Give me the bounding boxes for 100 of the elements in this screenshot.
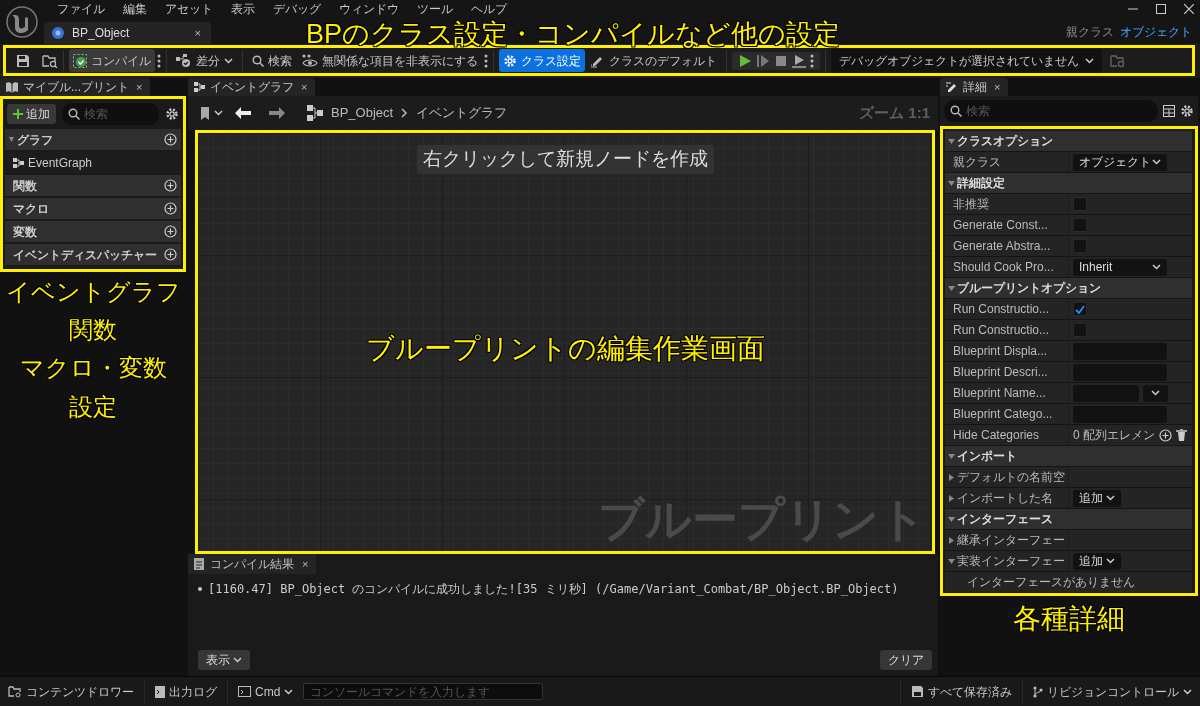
revision-control-button[interactable]: リビジョンコントロール	[1027, 680, 1198, 703]
close-button[interactable]: ×	[300, 555, 311, 573]
annotation-text: 各種詳細	[1013, 602, 1125, 634]
category-header[interactable]: ブループリントオプション	[945, 278, 1192, 299]
hide-unrelated-button[interactable]: 無関係な項目を非表示にする	[298, 49, 482, 72]
breadcrumb-link[interactable]: BP_Object	[331, 103, 394, 123]
section-header[interactable]: 変数	[5, 221, 181, 242]
close-button[interactable]: ×	[134, 78, 145, 96]
menu-item[interactable]: ヘルプ	[462, 0, 516, 18]
checkbox[interactable]	[1073, 218, 1087, 232]
checkbox[interactable]	[1073, 197, 1087, 211]
parent-class-link[interactable]: オブジェクト	[1120, 24, 1192, 39]
add-button[interactable]: 追加	[1073, 489, 1121, 507]
table-icon[interactable]	[1163, 105, 1175, 117]
back-arrow-icon[interactable]	[235, 107, 251, 119]
add-icon[interactable]	[164, 202, 177, 215]
settings-icon[interactable]	[165, 107, 179, 121]
section-header[interactable]: マクロ	[5, 198, 181, 219]
add-icon[interactable]	[164, 179, 177, 192]
stop-icon[interactable]	[774, 53, 788, 68]
document-tab[interactable]: BP_Object ×	[44, 22, 211, 44]
step-icon[interactable]	[756, 53, 770, 68]
pencil-icon	[946, 81, 958, 93]
checkbox[interactable]	[1073, 323, 1087, 337]
checkbox[interactable]	[1073, 239, 1087, 253]
more-options-icon[interactable]	[157, 53, 161, 68]
caret-icon	[1085, 57, 1094, 64]
dropdown[interactable]: オブジェクト	[1073, 153, 1167, 171]
class-settings-tab[interactable]: クラス設定	[499, 49, 585, 72]
menu-item[interactable]: ツール	[408, 0, 462, 18]
content-drawer-button[interactable]: コンテンツドロワー	[2, 680, 140, 703]
compile-button[interactable]: コンパイル	[69, 49, 155, 72]
save-all-button[interactable]: すべて保存済み	[905, 680, 1018, 703]
section-header[interactable]: イベントディスパッチャー	[5, 244, 181, 265]
collapsed-arrow-icon[interactable]	[947, 473, 955, 481]
dropdown[interactable]: Inherit	[1073, 258, 1167, 276]
add-button[interactable]: 追加	[1073, 552, 1121, 570]
tab-label[interactable]: 詳細	[963, 78, 987, 96]
breadcrumb-link[interactable]: イベントグラフ	[416, 103, 508, 123]
checkbox[interactable]	[1073, 302, 1087, 316]
save-icon[interactable]	[16, 53, 30, 68]
eject-play-icon[interactable]	[792, 53, 806, 68]
dropdown-button[interactable]	[1143, 384, 1168, 402]
menu-item[interactable]: ウィンドウ	[330, 0, 408, 18]
menu-item[interactable]: アセット	[156, 0, 222, 18]
more-options-icon[interactable]	[810, 53, 814, 68]
cmd-dropdown[interactable]: Cmd	[232, 680, 300, 703]
add-icon[interactable]	[164, 225, 177, 238]
tab-label[interactable]: イベントグラフ	[210, 78, 294, 96]
find-button[interactable]: 検索	[248, 49, 296, 72]
expanded-arrow-icon[interactable]	[947, 284, 955, 292]
diff-icon	[176, 53, 192, 68]
expanded-arrow-icon[interactable]	[947, 515, 955, 523]
search-field[interactable]: 検索	[944, 100, 1158, 122]
expanded-arrow-icon[interactable]	[947, 179, 955, 187]
caret-icon	[233, 657, 242, 663]
more-options-icon[interactable]	[484, 53, 488, 68]
add-icon[interactable]	[1159, 428, 1172, 442]
view-button[interactable]: 表示	[198, 650, 250, 670]
tab-label[interactable]: コンパイル結果	[210, 555, 294, 573]
property-label: インポートした名	[957, 490, 1053, 507]
tab-label[interactable]: マイブル...プリント	[23, 78, 129, 96]
add-button[interactable]: 追加	[7, 104, 56, 124]
add-icon[interactable]	[164, 133, 177, 146]
section-header[interactable]: 関数	[5, 175, 181, 196]
close-button[interactable]: ×	[192, 24, 203, 42]
settings-icon[interactable]	[1180, 104, 1194, 118]
diff-button[interactable]: 差分	[172, 49, 237, 72]
collapsed-arrow-icon[interactable]	[947, 494, 955, 502]
play-icon[interactable]	[738, 53, 752, 68]
close-icon[interactable]	[1184, 4, 1194, 14]
category-header[interactable]: インターフェース	[945, 509, 1192, 530]
close-button[interactable]: ×	[299, 78, 310, 96]
zoom-level: ズーム 1:1	[859, 102, 930, 123]
menu-item[interactable]: 表示	[222, 0, 264, 18]
category-header[interactable]: インポート	[945, 446, 1192, 467]
collapsed-arrow-icon[interactable]	[947, 536, 955, 544]
logo-icon	[6, 6, 38, 38]
trash-icon[interactable]	[1176, 429, 1187, 441]
expanded-arrow-icon[interactable]	[947, 557, 955, 565]
section-header[interactable]: グラフ	[5, 129, 181, 150]
output-log-button[interactable]: 出力ログ	[149, 680, 223, 703]
menu-item[interactable]: ファイル	[48, 0, 114, 18]
category-header[interactable]: クラスオプション	[945, 131, 1192, 152]
close-button[interactable]: ×	[992, 78, 1003, 96]
folder-search-icon[interactable]	[42, 53, 58, 68]
expanded-arrow-icon[interactable]	[947, 452, 955, 460]
menu-item[interactable]: 編集	[114, 0, 156, 18]
category-header[interactable]: 詳細設定	[945, 173, 1192, 194]
menu-item[interactable]: デバッグ	[264, 0, 330, 18]
clear-button[interactable]: クリア	[880, 650, 932, 670]
maximize-icon[interactable]	[1156, 4, 1166, 14]
expanded-arrow-icon[interactable]	[947, 137, 955, 145]
search-field[interactable]: 検索	[62, 103, 159, 125]
caret-icon	[284, 688, 294, 695]
annotation-text: BPのクラス設定・コンパイルなど他の設定	[306, 19, 841, 49]
debug-object-dropdown[interactable]: デバッグオブジェクトが選択されていません	[831, 48, 1102, 73]
class-defaults-tab[interactable]: クラスのデフォルト	[587, 49, 721, 72]
add-icon[interactable]	[164, 248, 177, 261]
forward-arrow-icon[interactable]	[269, 107, 285, 119]
